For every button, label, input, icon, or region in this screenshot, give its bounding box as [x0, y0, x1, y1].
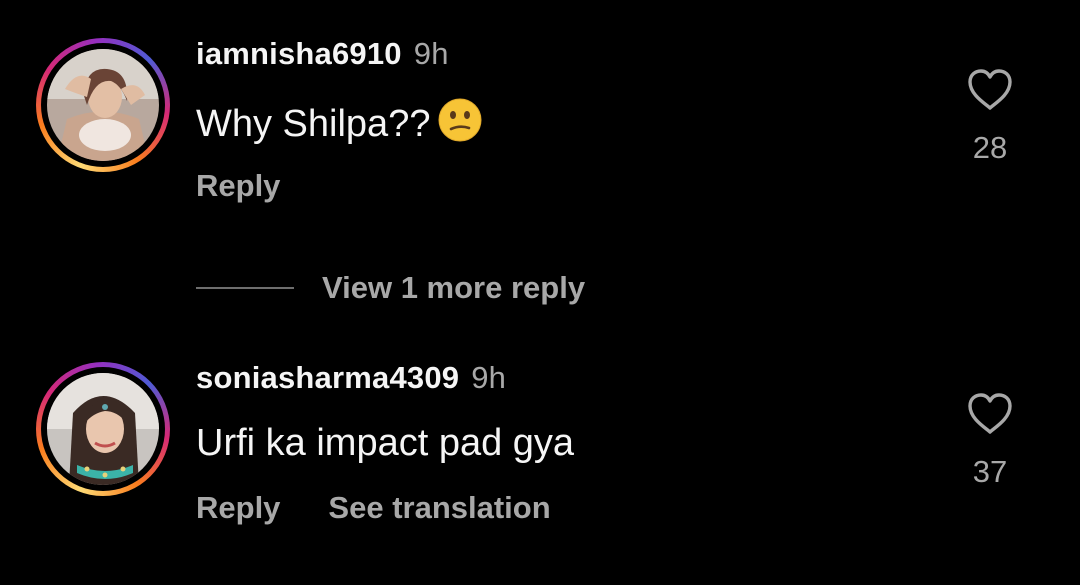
heart-icon[interactable] — [966, 392, 1014, 436]
avatar-story-ring[interactable] — [36, 362, 170, 496]
avatar-story-ring[interactable] — [36, 38, 170, 172]
like-count: 28 — [972, 130, 1008, 165]
comment-actions: Reply See translation — [196, 490, 551, 526]
like-section: 28 — [960, 68, 1020, 166]
comment-actions: Reply — [196, 168, 280, 204]
avatar[interactable] — [47, 49, 159, 161]
divider-line — [196, 287, 294, 289]
comment-username[interactable]: soniasharma4309 9h — [196, 360, 506, 396]
view-more-replies-button[interactable]: View 1 more reply — [196, 268, 585, 308]
confused-face-icon — [438, 98, 482, 152]
view-more-replies-label[interactable]: View 1 more reply — [322, 270, 585, 306]
comment-time: 9h — [413, 36, 449, 71]
comment-text: Why Shilpa?? — [196, 98, 482, 152]
avatar[interactable] — [47, 373, 159, 485]
heart-icon[interactable] — [966, 68, 1014, 112]
comment-text: Urfi ka impact pad gya — [196, 422, 575, 464]
see-translation-button[interactable]: See translation — [328, 490, 550, 525]
comment-time: 9h — [471, 360, 507, 395]
like-count: 37 — [972, 454, 1008, 489]
comment-username[interactable]: iamnisha6910 9h — [196, 36, 449, 72]
reply-button[interactable]: Reply — [196, 490, 280, 525]
like-section: 37 — [960, 392, 1020, 490]
reply-button[interactable]: Reply — [196, 168, 280, 203]
